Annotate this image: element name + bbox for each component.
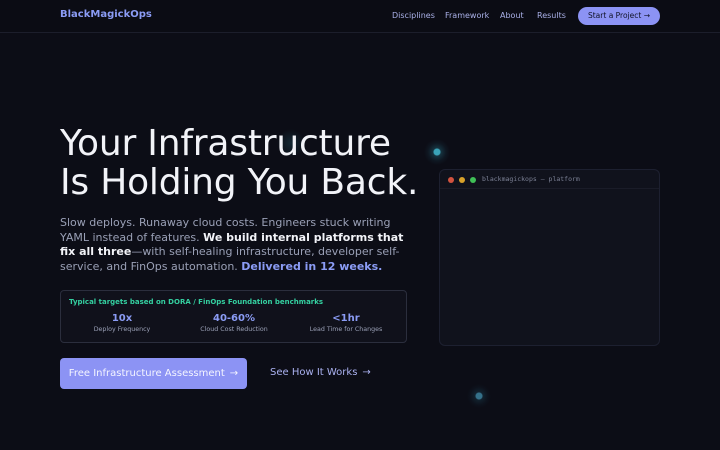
glowing-orb-icon (424, 139, 450, 165)
arrow-right-icon: → (362, 367, 371, 378)
arrow-right-icon: → (229, 368, 239, 379)
see-how-it-works-link[interactable]: See How It Works → (270, 367, 371, 378)
terminal-title: blackmagickops — platform (482, 175, 580, 183)
nav-link-results[interactable]: Results (537, 11, 566, 20)
nav-link-framework[interactable]: Framework (445, 11, 489, 20)
minimize-dot-icon (459, 177, 465, 183)
metric-label: Lead Time for Changes (309, 326, 383, 333)
free-assessment-button[interactable]: Free Infrastructure Assessment → (60, 358, 247, 389)
terminal-window: blackmagickops — platform (439, 169, 660, 346)
glowing-orb-icon (467, 384, 491, 408)
hero-title-line1: Your Infrastructure (60, 123, 391, 164)
metric-label: Cloud Cost Reduction (200, 326, 268, 333)
hero-title: Your Infrastructure Is Holding You Back. (60, 124, 418, 202)
metric-deploy-frequency: 10x Deploy Frequency (67, 313, 177, 333)
start-project-button[interactable]: Start a Project → (578, 7, 660, 25)
nav-link-about[interactable]: About (500, 11, 524, 20)
brand-logo[interactable]: BlackMagickOps (60, 9, 152, 20)
terminal-titlebar: blackmagickops — platform (440, 170, 659, 189)
metrics-caption: Typical targets based on DORA / FinOps F… (69, 298, 324, 306)
metric-value: <1hr (332, 313, 360, 324)
hero-subtitle: Slow deploys. Runaway cloud costs. Engin… (60, 216, 410, 274)
close-dot-icon (448, 177, 454, 183)
see-how-it-works-label: See How It Works (270, 367, 358, 378)
nav-link-disciplines[interactable]: Disciplines (392, 11, 435, 20)
metric-cloud-cost: 40-60% Cloud Cost Reduction (179, 313, 289, 333)
metric-lead-time: <1hr Lead Time for Changes (291, 313, 401, 333)
hero-title-line2: Is Holding You Back. (60, 162, 419, 203)
metrics-panel: Typical targets based on DORA / FinOps F… (60, 290, 407, 343)
metric-value: 10x (111, 313, 133, 324)
top-nav: BlackMagickOps Disciplines Framework Abo… (0, 0, 720, 33)
maximize-dot-icon (470, 177, 476, 183)
hero-sub-accent: Delivered in 12 weeks. (241, 259, 383, 273)
metric-label: Deploy Frequency (93, 326, 151, 333)
metric-value: 40-60% (212, 313, 255, 324)
free-assessment-label: Free Infrastructure Assessment (68, 368, 225, 379)
